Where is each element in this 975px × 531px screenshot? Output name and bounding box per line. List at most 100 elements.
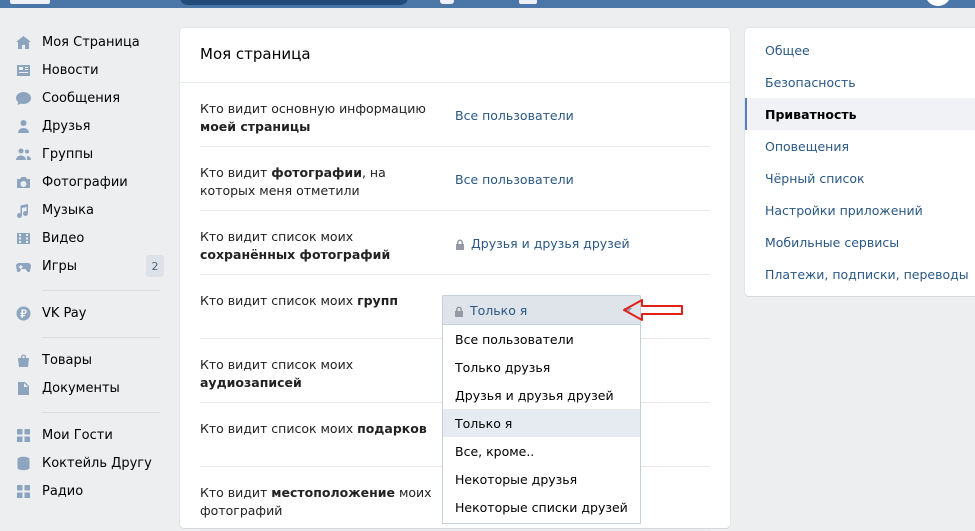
news-icon — [15, 62, 32, 79]
setting-label: Кто видит фотографии, на которых меня от… — [200, 164, 440, 200]
setting-label-bold: моей страницы — [200, 119, 311, 134]
home-icon — [15, 34, 32, 51]
apps-icon — [15, 427, 32, 444]
privacy-setting-row: Кто видит основную информацию моей стран… — [200, 83, 710, 147]
settings-nav-item[interactable]: Безопасность — [745, 66, 975, 98]
groups-icon — [15, 146, 32, 163]
privacy-setting-row: Кто видит список моих сохранённых фотогр… — [200, 211, 710, 275]
nav-item-goods[interactable]: Товары — [0, 346, 170, 374]
setting-label: Кто видит список моих подарков — [200, 420, 440, 438]
red-arrow-annotation — [623, 299, 683, 321]
nav-divider — [42, 412, 160, 413]
settings-nav-item[interactable]: Платежи, подписки, переводы — [745, 258, 975, 290]
nav-item-label: Радио — [42, 483, 84, 499]
nav-item-apps[interactable]: Мои Гости — [0, 421, 170, 449]
settings-nav-item[interactable]: Чёрный список — [745, 162, 975, 194]
setting-label: Кто видит список моих групп — [200, 292, 440, 310]
nav-item-label: Документы — [42, 380, 120, 396]
setting-label-text: Кто видит основную информацию — [200, 101, 426, 116]
nav-item-groups[interactable]: Группы — [0, 140, 170, 168]
setting-label-bold: групп — [357, 293, 398, 308]
setting-label-text: Кто видит — [200, 165, 272, 180]
documents-icon — [15, 380, 32, 397]
nav-item-music[interactable]: Музыка — [0, 196, 170, 224]
setting-label-bold: подарков — [357, 421, 427, 436]
setting-label-text: Кто видит — [200, 485, 272, 500]
nav-item-label: Товары — [42, 352, 93, 368]
nav-item-label: Друзья — [42, 118, 91, 134]
privacy-option[interactable]: Только друзья — [443, 353, 640, 381]
nav-divider — [42, 290, 160, 291]
setting-label-text: Кто видит список моих — [200, 421, 358, 436]
settings-nav: Общее Безопасность Приватность Оповещения Чё… — [745, 28, 975, 296]
music-icon — [15, 202, 32, 219]
bell-icon[interactable] — [440, 0, 454, 4]
top-header — [0, 0, 975, 8]
video-icon — [15, 230, 32, 247]
nav-item-label: Музыка — [42, 202, 94, 218]
nav-item-games[interactable]: Игры 2 — [0, 252, 170, 280]
nav-item-news[interactable]: Новости — [0, 56, 170, 84]
nav-item-label: Видео — [42, 230, 85, 246]
nav-item-label: Группы — [42, 146, 94, 162]
settings-nav-item[interactable]: Общее — [745, 34, 975, 66]
messages-icon — [15, 90, 32, 107]
vkpay-icon — [15, 305, 32, 322]
nav-item-vkpay[interactable]: VK Pay — [0, 299, 170, 327]
privacy-option[interactable]: Все, кроме.. — [443, 437, 640, 465]
privacy-option[interactable]: Только я — [443, 409, 640, 437]
privacy-option[interactable]: Все пользователи — [443, 325, 640, 353]
nav-item-label: Игры — [42, 258, 78, 274]
camera-icon — [15, 174, 32, 191]
settings-nav-item[interactable]: Оповещения — [745, 130, 975, 162]
nav-item-label: Фотографии — [42, 174, 128, 190]
setting-label: Кто видит основную информацию моей стран… — [200, 100, 440, 136]
nav-item-cocktail[interactable]: Коктейль Другу — [0, 449, 170, 477]
settings-nav-item[interactable]: Мобильные сервисы — [745, 226, 975, 258]
games-icon — [15, 258, 32, 275]
privacy-select[interactable]: Только я — [442, 295, 641, 324]
setting-value: Все пользователи — [455, 172, 574, 187]
nav-item-apps[interactable]: Радио — [0, 477, 170, 505]
nav-item-label: Мои Гости — [42, 427, 113, 443]
left-nav: Моя Страница Новости Сообщения Друзья Группы… — [0, 28, 170, 505]
setting-label-bold: фотографии — [271, 165, 362, 180]
privacy-options-list: Все пользователи Только друзья Друзья и др… — [442, 324, 641, 524]
setting-value-link[interactable]: Друзья и друзья друзей — [455, 236, 630, 251]
nav-item-camera[interactable]: Фотографии — [0, 168, 170, 196]
settings-nav-item[interactable]: Настройки приложений — [745, 194, 975, 226]
avatar[interactable] — [925, 0, 951, 6]
nav-item-label: Новости — [42, 62, 99, 78]
goods-icon — [15, 352, 32, 369]
setting-value: Друзья и друзья друзей — [471, 236, 630, 251]
privacy-setting-row: Кто видит фотографии, на которых меня от… — [200, 147, 710, 211]
setting-label-bold: местоположение — [271, 485, 395, 500]
nav-item-label: Сообщения — [42, 90, 121, 106]
nav-item-friends[interactable]: Друзья — [0, 112, 170, 140]
search-input[interactable] — [180, 0, 408, 5]
panel-title: Моя страница — [180, 28, 730, 83]
setting-label: Кто видит местоположение моих фотографий — [200, 484, 440, 520]
setting-label-text: Кто видит список моих — [200, 357, 354, 372]
setting-label: Кто видит список моих аудиозаписей — [200, 356, 440, 392]
nav-item-video[interactable]: Видео — [0, 224, 170, 252]
nav-item-label: Коктейль Другу — [42, 455, 152, 471]
nav-item-label: Моя Страница — [42, 34, 140, 50]
setting-label-bold: аудиозаписей — [200, 375, 302, 390]
nav-item-home[interactable]: Моя Страница — [0, 28, 170, 56]
music-player-icon[interactable] — [519, 0, 537, 4]
setting-label-text: Кто видит список моих — [200, 293, 358, 308]
setting-label-bold: сохранённых фотографий — [200, 247, 391, 262]
vk-logo[interactable] — [10, 0, 50, 4]
setting-value: Все пользователи — [455, 108, 574, 123]
nav-item-documents[interactable]: Документы — [0, 374, 170, 402]
privacy-option[interactable]: Друзья и друзья друзей — [443, 381, 640, 409]
setting-value-link[interactable]: Все пользователи — [455, 172, 574, 187]
cocktail-icon — [15, 455, 32, 472]
privacy-option[interactable]: Некоторые друзья — [443, 465, 640, 493]
nav-item-messages[interactable]: Сообщения — [0, 84, 170, 112]
settings-nav-item[interactable]: Приватность — [745, 98, 975, 130]
setting-value-link[interactable]: Все пользователи — [455, 108, 574, 123]
lock-icon — [455, 238, 465, 250]
nav-item-label: VK Pay — [42, 305, 87, 321]
